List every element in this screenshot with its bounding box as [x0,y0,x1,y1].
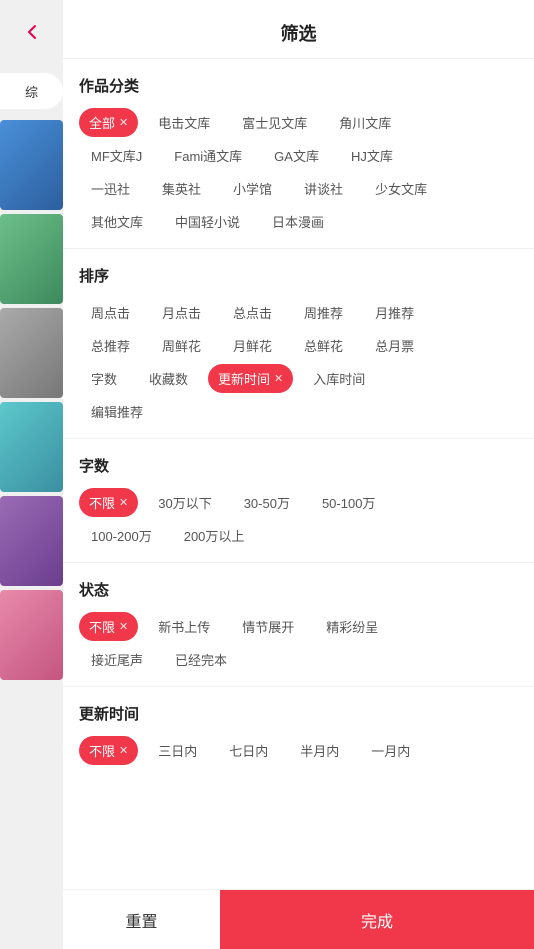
tag-一迅社[interactable]: 一迅社 [79,174,142,203]
sort-tags-row4: 编辑推荐 [79,397,518,426]
tag-时间不限[interactable]: 不限 ✕ [79,736,138,765]
reset-button[interactable]: 重置 [63,890,220,949]
tag-周推荐[interactable]: 周推荐 [292,298,355,327]
sidebar-card[interactable] [0,496,63,586]
filter-header: 筛选 [63,0,534,59]
tag-30万以下[interactable]: 30万以下 [146,488,223,517]
tag-字数[interactable]: 字数 [79,364,129,393]
tag-200万以上[interactable]: 200万以上 [172,521,257,550]
tag-月点击[interactable]: 月点击 [150,298,213,327]
words-tags-row2: 100-200万 200万以上 [79,521,518,550]
tag-中国轻小说[interactable]: 中国轻小说 [163,207,252,236]
tag-全部[interactable]: 全部 ✕ [79,108,138,137]
tag-电击文库[interactable]: 电击文库 [146,108,222,137]
tag-小学馆[interactable]: 小学馆 [221,174,284,203]
tag-Fami通文库[interactable]: Fami通文库 [162,141,254,170]
tag-入库时间[interactable]: 入库时间 [301,364,377,393]
tag-GA文库[interactable]: GA文库 [262,141,331,170]
tag-角川文库[interactable]: 角川文库 [327,108,403,137]
tag-接近尾声[interactable]: 接近尾声 [79,645,155,674]
section-update-time: 更新时间 不限 ✕ 三日内 七日内 半月内 一月内 [79,687,518,777]
sort-tags-row2: 总推荐 周鲜花 月鲜花 总鲜花 总月票 [79,331,518,360]
tag-总鲜花[interactable]: 总鲜花 [292,331,355,360]
sidebar-card[interactable] [0,214,63,304]
section-title-category: 作品分类 [79,75,518,96]
tag-新书上传[interactable]: 新书上传 [146,612,222,641]
tag-状态不限[interactable]: 不限 ✕ [79,612,138,641]
status-tags-row1: 不限 ✕ 新书上传 情节展开 精彩纷呈 [79,612,518,641]
confirm-button[interactable]: 完成 [220,890,534,949]
tag-已经完本[interactable]: 已经完本 [163,645,239,674]
section-category: 作品分类 全部 ✕ 电击文库 富士见文库 角川文库 MF文库J Fami通文库 … [79,59,518,248]
tag-30-50万[interactable]: 30-50万 [232,488,302,517]
tag-精彩纷呈[interactable]: 精彩纷呈 [314,612,390,641]
filter-panel: 筛选 作品分类 全部 ✕ 电击文库 富士见文库 角川文库 MF文库J Fami通… [63,0,534,949]
section-status: 状态 不限 ✕ 新书上传 情节展开 精彩纷呈 接近尾声 已经完本 [79,563,518,686]
category-tags-row1: 全部 ✕ 电击文库 富士见文库 角川文库 [79,108,518,137]
tag-半月内[interactable]: 半月内 [288,736,351,765]
tag-七日内[interactable]: 七日内 [217,736,280,765]
tag-收藏数[interactable]: 收藏数 [137,364,200,393]
tag-其他文库[interactable]: 其他文库 [79,207,155,236]
section-words: 字数 不限 ✕ 30万以下 30-50万 50-100万 100-200万 20… [79,439,518,562]
sidebar-card[interactable] [0,402,63,492]
tag-三日内[interactable]: 三日内 [146,736,209,765]
tag-讲谈社[interactable]: 讲谈社 [292,174,355,203]
tag-50-100万[interactable]: 50-100万 [310,488,387,517]
sidebar-card[interactable] [0,590,63,680]
filter-content: 作品分类 全部 ✕ 电击文库 富士见文库 角川文库 MF文库J Fami通文库 … [63,59,534,889]
section-sort: 排序 周点击 月点击 总点击 周推荐 月推荐 总推荐 周鲜花 月鲜花 总鲜花 总… [79,249,518,438]
section-title-sort: 排序 [79,265,518,286]
sidebar-card[interactable] [0,308,63,398]
section-title-update-time: 更新时间 [79,703,518,724]
tag-总月票[interactable]: 总月票 [363,331,426,360]
tag-一月内[interactable]: 一月内 [359,736,422,765]
sidebar-card[interactable] [0,120,63,210]
tag-总点击[interactable]: 总点击 [221,298,284,327]
tag-月鲜花[interactable]: 月鲜花 [221,331,284,360]
back-button[interactable] [18,18,46,46]
category-tags-row3: 一迅社 集英社 小学馆 讲谈社 少女文库 [79,174,518,203]
category-tags-row4: 其他文库 中国轻小说 日本漫画 [79,207,518,236]
words-tags-row1: 不限 ✕ 30万以下 30-50万 50-100万 [79,488,518,517]
tag-情节展开[interactable]: 情节展开 [230,612,306,641]
filter-footer: 重置 完成 [63,889,534,949]
filter-title: 筛选 [281,24,317,44]
update-time-tags-row1: 不限 ✕ 三日内 七日内 半月内 一月内 [79,736,518,765]
tag-字数不限[interactable]: 不限 ✕ [79,488,138,517]
sidebar: 综 [0,0,63,949]
tag-HJ文库[interactable]: HJ文库 [339,141,405,170]
tag-月推荐[interactable]: 月推荐 [363,298,426,327]
tag-富士见文库[interactable]: 富士见文库 [230,108,319,137]
tag-周鲜花[interactable]: 周鲜花 [150,331,213,360]
tag-集英社[interactable]: 集英社 [150,174,213,203]
sort-tags-row3: 字数 收藏数 更新时间 ✕ 入库时间 [79,364,518,393]
tag-少女文库[interactable]: 少女文库 [363,174,439,203]
tag-100-200万[interactable]: 100-200万 [79,521,164,550]
sidebar-card-list [0,120,63,684]
tag-更新时间[interactable]: 更新时间 ✕ [208,364,293,393]
category-tags-row2: MF文库J Fami通文库 GA文库 HJ文库 [79,141,518,170]
sort-tags-row1: 周点击 月点击 总点击 周推荐 月推荐 [79,298,518,327]
tag-总推荐[interactable]: 总推荐 [79,331,142,360]
tag-编辑推荐[interactable]: 编辑推荐 [79,397,155,426]
section-title-status: 状态 [79,579,518,600]
status-tags-row2: 接近尾声 已经完本 [79,645,518,674]
section-title-words: 字数 [79,455,518,476]
tag-日本漫画[interactable]: 日本漫画 [260,207,336,236]
sidebar-tab-综[interactable]: 综 [0,73,63,109]
tag-周点击[interactable]: 周点击 [79,298,142,327]
tag-MF文库J[interactable]: MF文库J [79,141,154,170]
